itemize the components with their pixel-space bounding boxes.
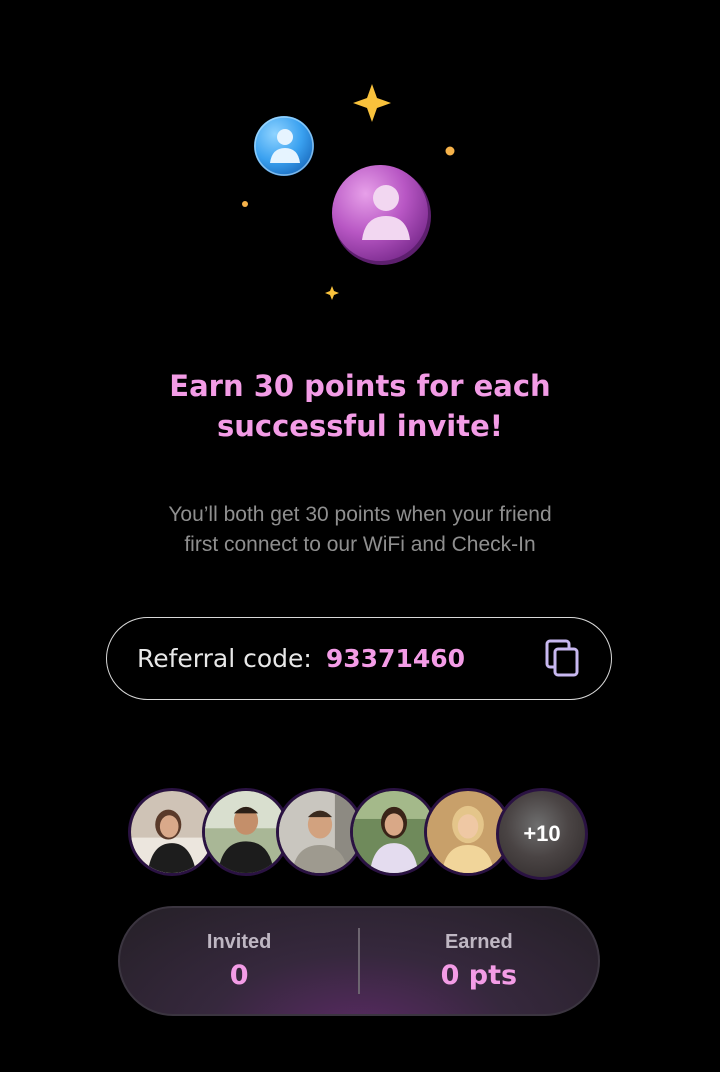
subtitle-line-2: first connect to our WiFi and Check-In <box>184 533 536 556</box>
user-bubble-blue-icon <box>254 116 314 176</box>
sparkle-small-icon <box>325 286 339 300</box>
more-friends-badge[interactable]: +10 <box>496 788 588 880</box>
headline-line-2: successful invite! <box>217 409 503 443</box>
dot-icon <box>242 201 248 207</box>
earned-stat: Earned 0 pts <box>360 931 598 991</box>
dot-icon <box>445 146 455 156</box>
subtitle-line-1: You’ll both get 30 points when your frie… <box>168 503 552 526</box>
invited-stat: Invited 0 <box>120 931 358 991</box>
sparkle-large-icon <box>353 84 391 122</box>
invite-illustration <box>242 84 455 300</box>
copy-icon[interactable] <box>545 639 581 679</box>
referral-code-label: Referral code: <box>137 644 312 673</box>
referral-code-value[interactable]: 93371460 <box>326 644 465 673</box>
earned-label: Earned <box>444 931 513 953</box>
headline: Earn 30 points for each successful invit… <box>0 366 720 446</box>
referral-code-box: Referral code: 93371460 <box>106 617 612 700</box>
invited-friends-avatars: +10 <box>128 788 598 880</box>
referral-stats-card: Invited 0 Earned 0 pts <box>118 906 600 1016</box>
invited-label: Invited <box>206 931 272 953</box>
user-bubble-pink-icon <box>332 165 431 265</box>
invited-value: 0 <box>229 960 249 991</box>
headline-line-1: Earn 30 points for each <box>169 369 551 403</box>
subtitle: You’ll both get 30 points when your frie… <box>0 500 720 560</box>
earned-value: 0 pts <box>440 960 518 991</box>
